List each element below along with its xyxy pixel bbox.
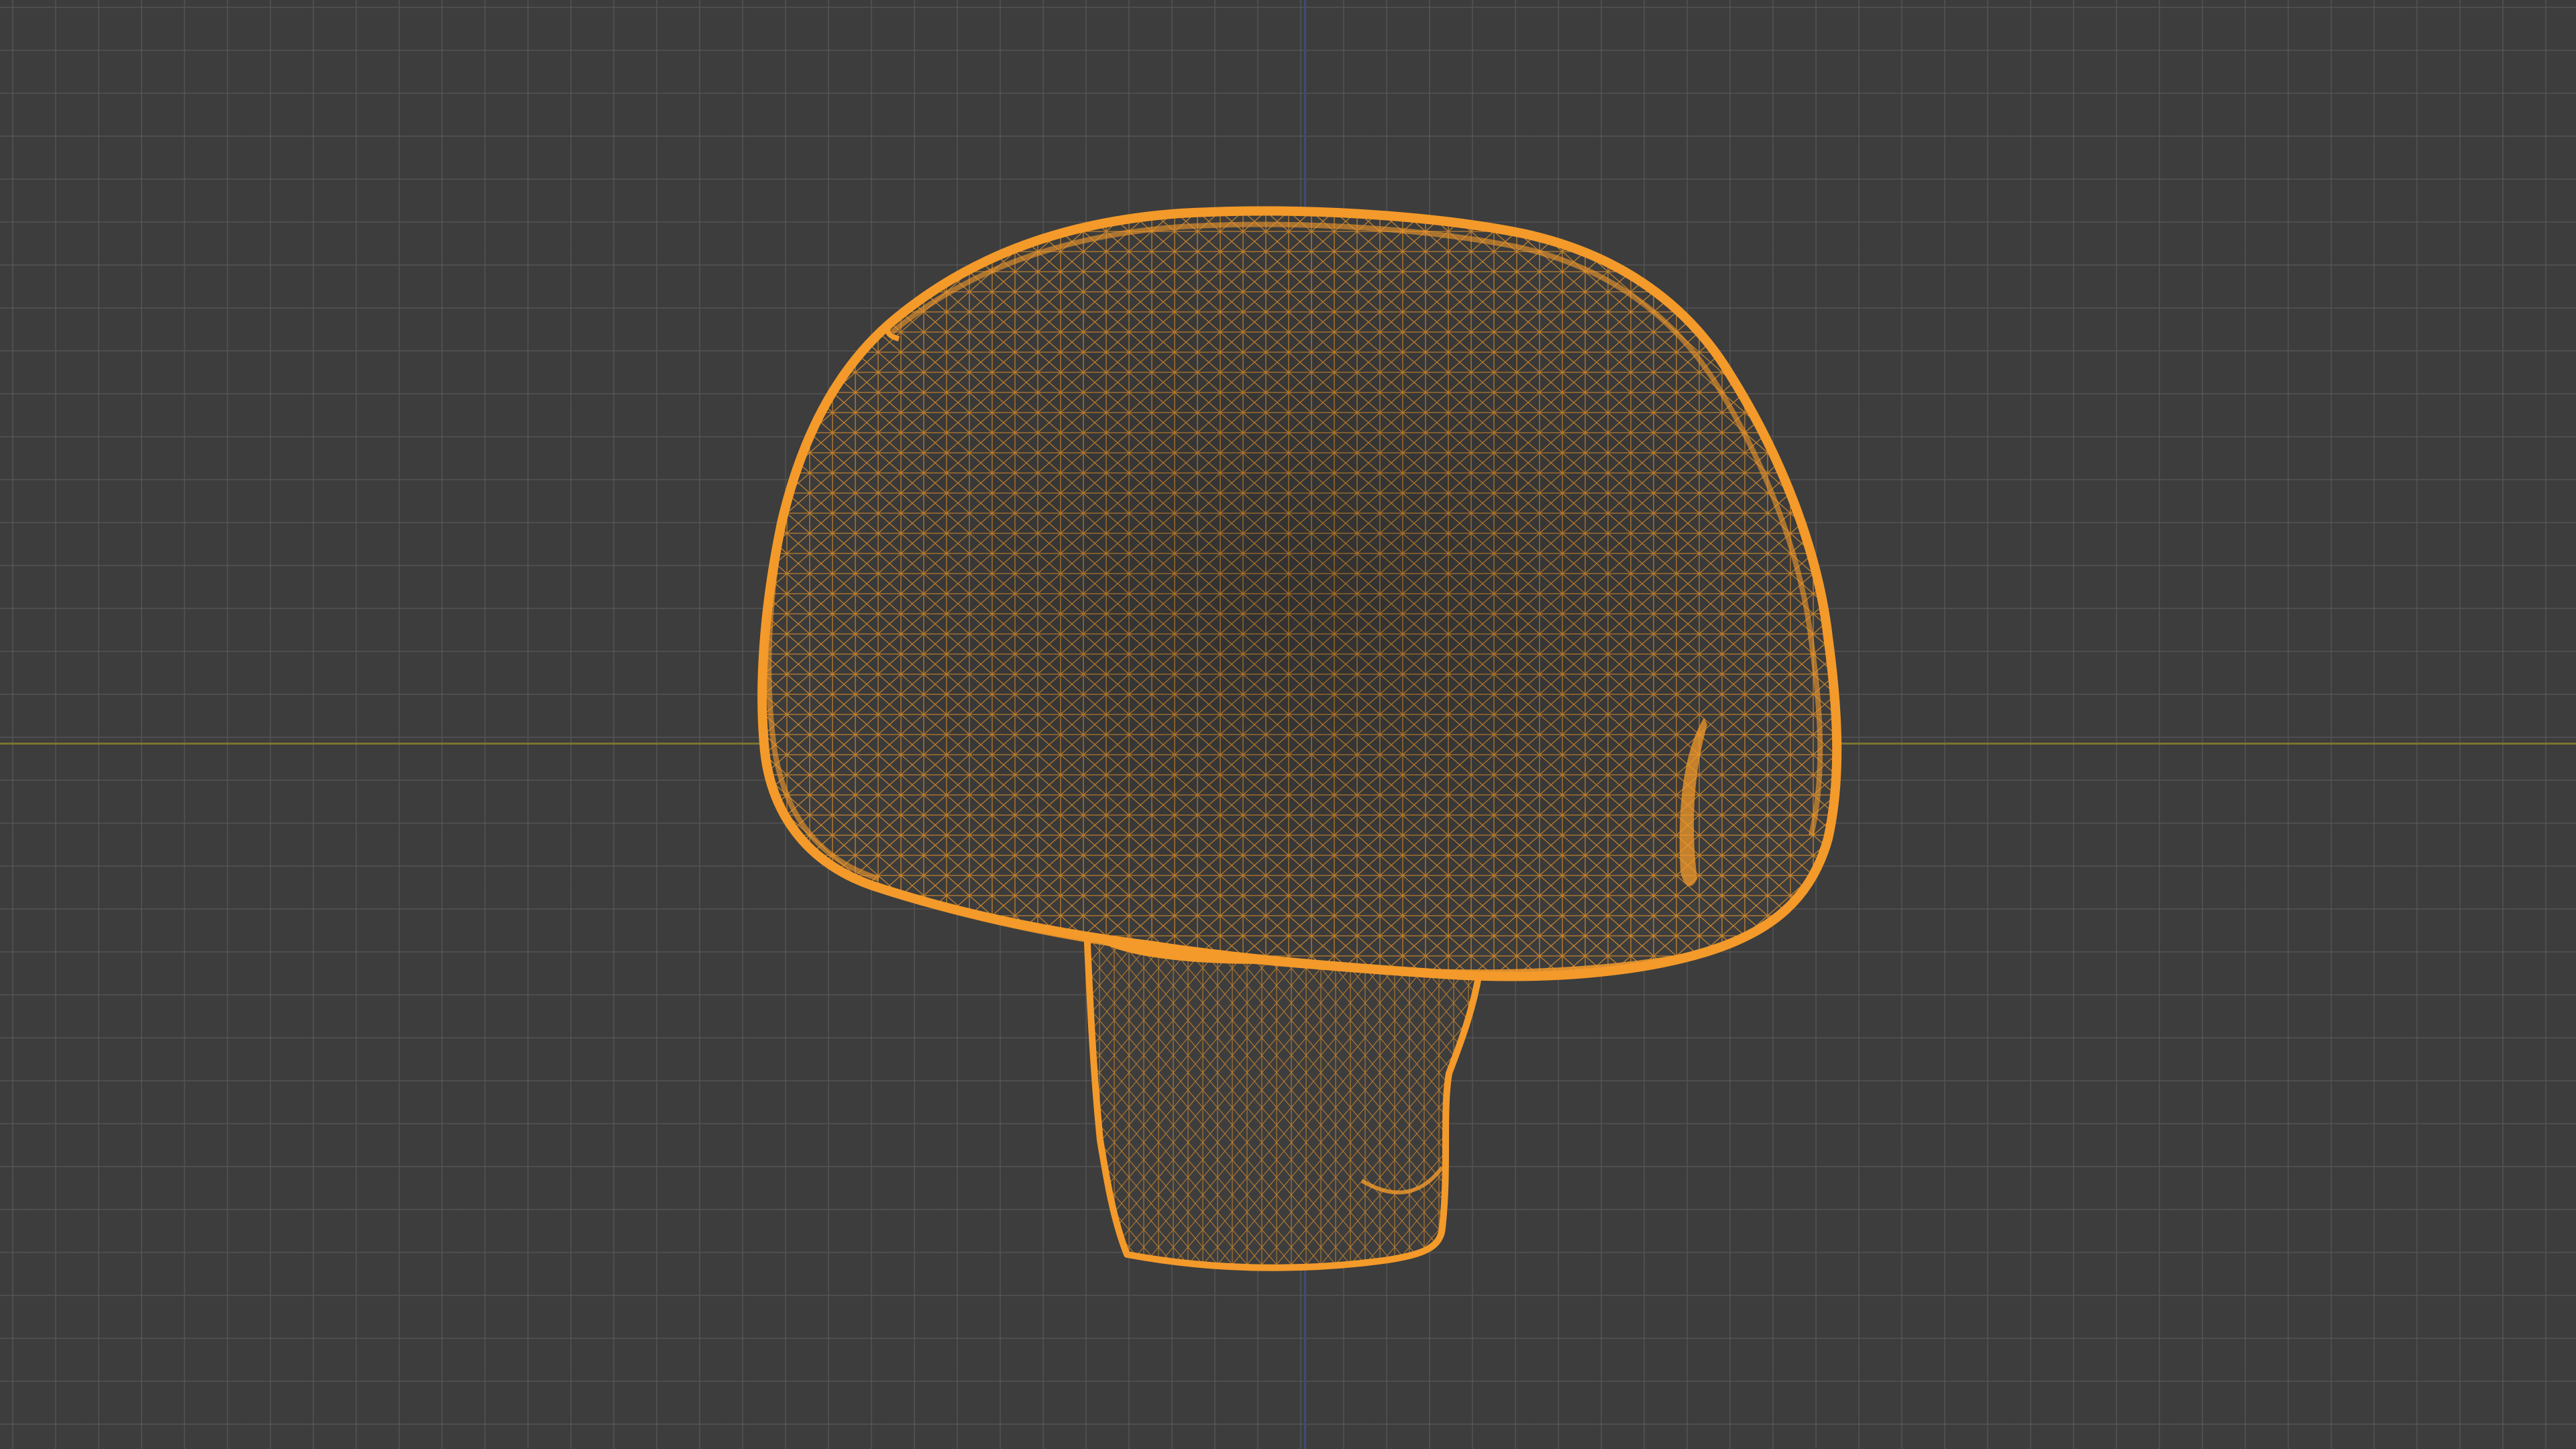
mushroom-wireframe-mesh[interactable] (0, 0, 2576, 1449)
mushroom-cap (757, 206, 1842, 981)
3d-viewport[interactable] (0, 0, 2576, 1449)
mushroom-stem (1083, 926, 1483, 1271)
